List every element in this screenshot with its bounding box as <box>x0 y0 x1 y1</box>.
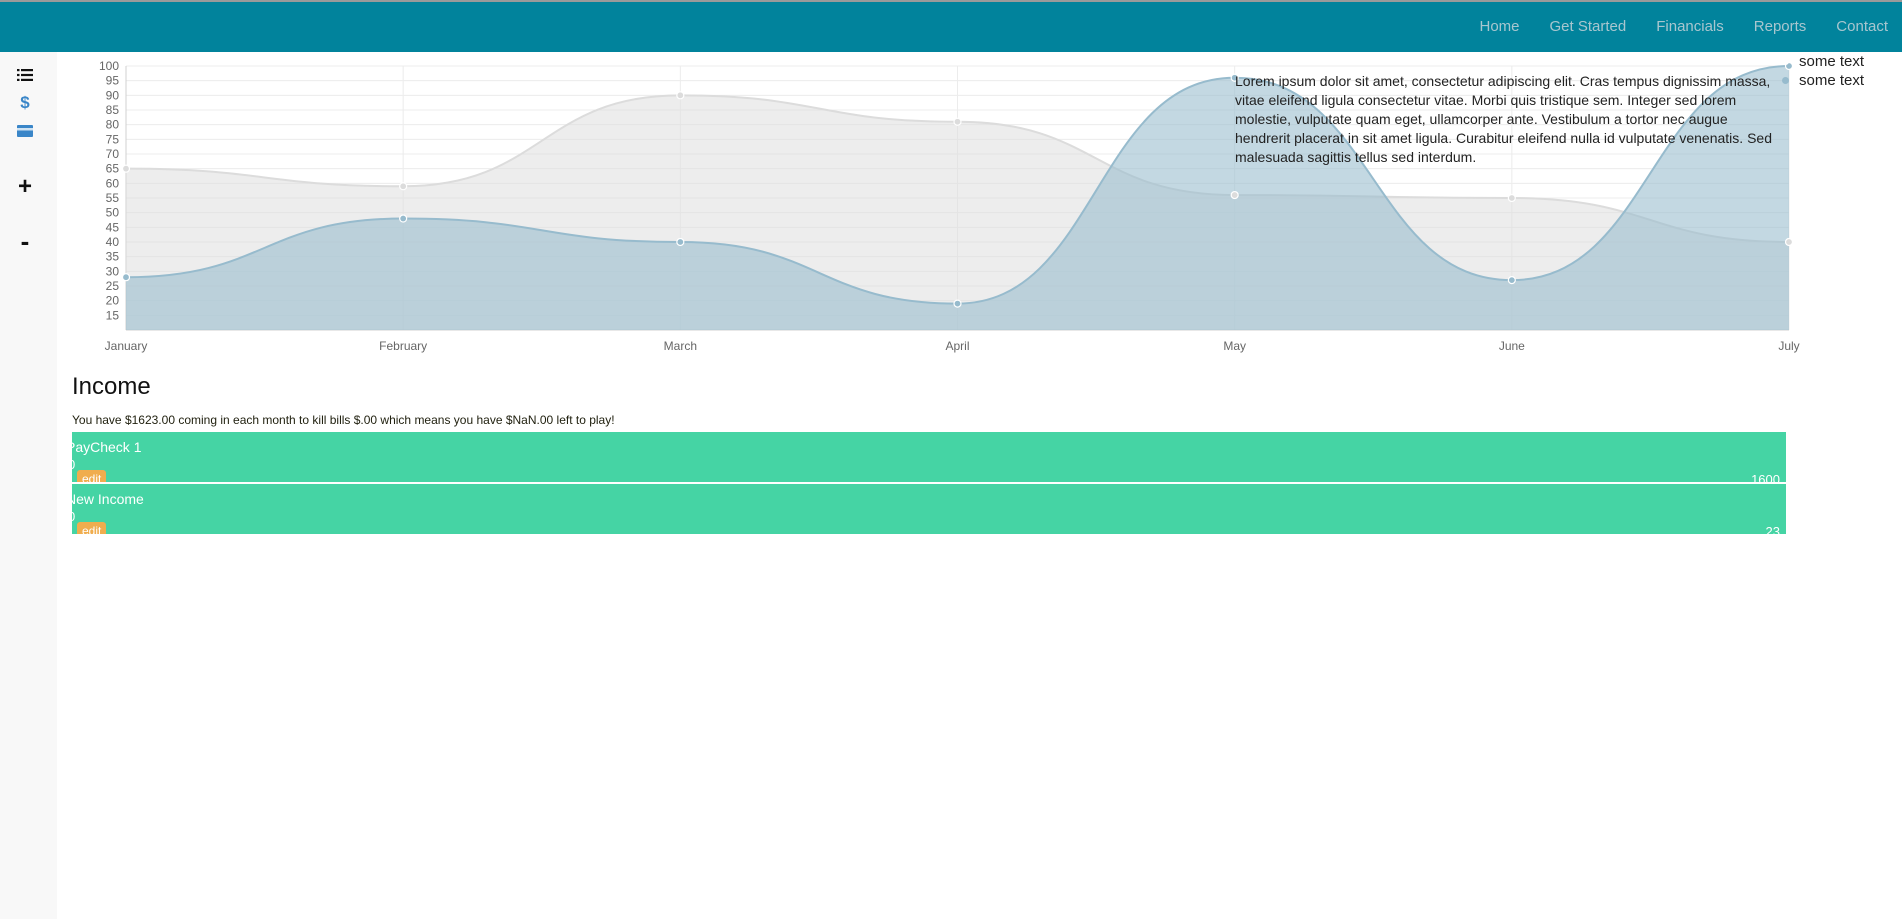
data-point <box>121 164 131 173</box>
x-tick-label: May <box>1223 339 1246 353</box>
data-point <box>953 117 962 126</box>
y-tick-label: 70 <box>106 147 120 161</box>
y-tick-label: 45 <box>106 220 120 234</box>
x-tick-label: June <box>1499 339 1525 353</box>
y-tick-label: 30 <box>106 264 120 278</box>
legend-entry-1: some text <box>1782 52 1864 71</box>
income-item: New Income 0 edit 23 <box>72 484 1786 536</box>
y-tick-label: 20 <box>106 294 120 308</box>
legend-entry-2: some text <box>1782 71 1864 90</box>
nav-get-started[interactable]: Get Started <box>1550 18 1627 35</box>
chart-legend: some text some text <box>1782 52 1864 90</box>
income-item-name: New Income <box>72 491 144 507</box>
legend-dot-1 <box>1782 58 1789 65</box>
x-tick-label: January <box>105 339 148 353</box>
income-item-value: 0 <box>72 457 75 472</box>
edit-button[interactable]: edit <box>77 522 107 534</box>
top-navbar: Home Get Started Financials Reports Cont… <box>0 0 1902 52</box>
legend-dot-2 <box>1782 77 1789 84</box>
minus-icon[interactable]: - <box>16 226 34 256</box>
income-item-value: 0 <box>72 509 75 524</box>
data-point <box>399 182 408 191</box>
income-item: PayCheck 1 0 edit 1600 <box>72 432 1786 484</box>
y-tick-label: 95 <box>106 74 120 88</box>
nav-reports[interactable]: Reports <box>1754 18 1807 35</box>
y-tick-label: 75 <box>106 132 120 146</box>
chart-tooltip-text: Lorem ipsum dolor sit amet, consectetur … <box>1235 73 1772 165</box>
nav-contact[interactable]: Contact <box>1836 18 1888 35</box>
dollar-icon[interactable]: $ <box>16 93 34 112</box>
legend-label-1: some text <box>1799 53 1865 70</box>
income-title: Income <box>72 373 151 400</box>
plus-icon[interactable]: + <box>16 173 34 200</box>
nav-home[interactable]: Home <box>1480 18 1520 35</box>
y-tick-label: 90 <box>106 88 120 102</box>
data-point <box>676 237 685 247</box>
edit-button[interactable]: edit <box>77 470 107 482</box>
income-summary: You have $1623.00 coming in each month t… <box>72 413 615 427</box>
income-item-amount: 23 <box>1765 524 1780 536</box>
income-item-amount: 1600 <box>1751 472 1780 484</box>
income-item-name: PayCheck 1 <box>72 439 142 455</box>
y-tick-label: 50 <box>106 206 120 220</box>
x-tick-label: March <box>664 339 697 353</box>
y-tick-label: 15 <box>106 308 120 322</box>
x-tick-label: July <box>1778 339 1799 353</box>
y-tick-label: 35 <box>106 250 120 264</box>
plus-glyph: + <box>17 173 32 200</box>
card-icon[interactable] <box>16 122 34 140</box>
data-point <box>399 214 408 223</box>
y-tick-label: 80 <box>106 118 120 132</box>
nav-financials[interactable]: Financials <box>1656 18 1724 35</box>
y-tick-label: 60 <box>106 176 120 190</box>
data-point <box>676 91 685 100</box>
y-tick-label: 55 <box>106 191 120 205</box>
sidebar: $ + - <box>0 52 57 919</box>
y-tick-label: 25 <box>106 279 120 293</box>
data-point <box>953 299 962 308</box>
data-point <box>1230 190 1239 200</box>
legend-label-2: some text <box>1799 72 1865 89</box>
y-tick-label: 65 <box>106 162 120 176</box>
data-point <box>1507 193 1516 203</box>
y-tick-label: 100 <box>99 59 119 73</box>
income-list: PayCheck 1 0 edit 1600 New Income 0 edit… <box>72 432 1786 536</box>
y-tick-label: 40 <box>106 235 120 249</box>
main-nav: Home Get Started Financials Reports Cont… <box>1480 18 1889 35</box>
dollar-glyph: $ <box>20 93 30 112</box>
x-tick-label: April <box>945 339 969 353</box>
y-tick-label: 85 <box>106 103 120 117</box>
data-point <box>1507 276 1516 285</box>
data-point <box>121 273 131 282</box>
list-icon[interactable] <box>16 66 34 84</box>
data-point <box>1784 237 1794 247</box>
minus-glyph: - <box>20 225 30 256</box>
x-tick-label: February <box>379 339 427 353</box>
